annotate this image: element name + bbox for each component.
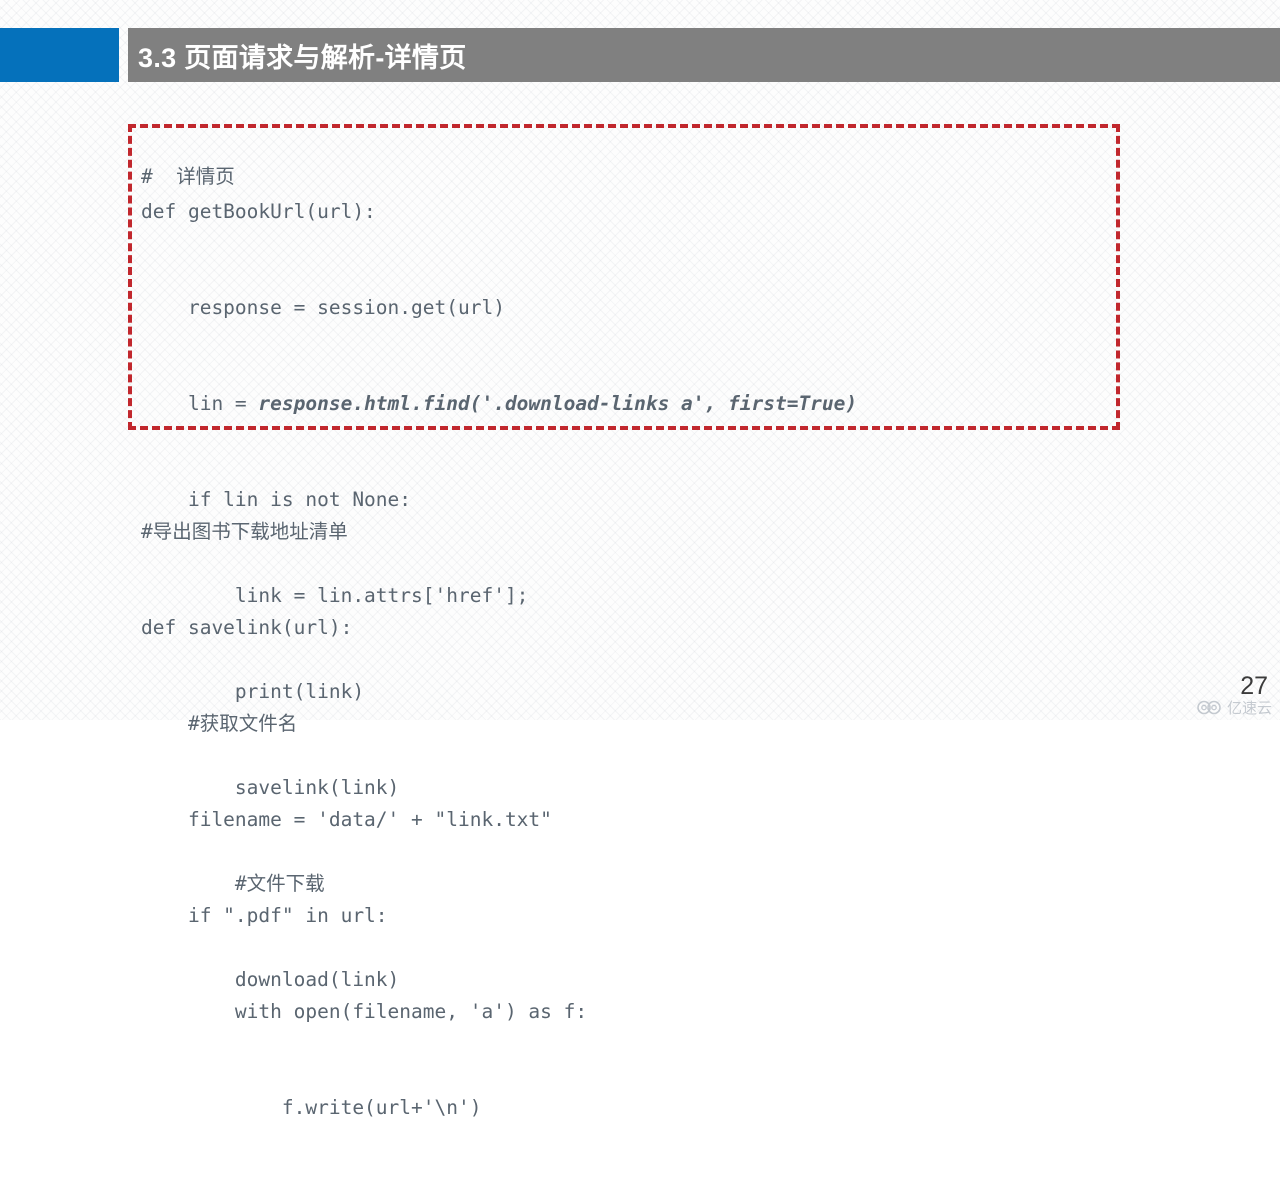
slide-canvas: 3.3 页面请求与解析-详情页 # 详情页 def getBookUrl(url… <box>0 0 1280 1119</box>
code-snippet-savelink: #导出图书下载地址清单 def savelink(url): #获取文件名 fi… <box>141 452 587 1188</box>
code-line: f.write(url+'\n') <box>141 1096 482 1119</box>
code-line-prefix: lin = <box>141 392 259 415</box>
code-line: filename = 'data/' + "link.txt" <box>141 808 552 831</box>
code-line: if ".pdf" in url: <box>141 904 388 927</box>
page-title: 3.3 页面请求与解析-详情页 <box>138 42 467 73</box>
header-accent-block <box>0 28 119 82</box>
code-line: def savelink(url): <box>141 616 353 639</box>
watermark-text: 亿速云 <box>1226 700 1272 717</box>
code-line-emphasis: response.html.find('.download-links a', … <box>258 392 858 415</box>
code-line: def getBookUrl(url): <box>141 200 376 223</box>
code-line: response = session.get(url) <box>141 296 505 319</box>
code-line: #导出图书下载地址清单 <box>141 520 348 543</box>
slide-header-bar: 3.3 页面请求与解析-详情页 <box>128 28 1280 82</box>
watermark: 亿速云 <box>1197 697 1272 718</box>
code-line: #获取文件名 <box>141 712 298 735</box>
code-line: lin = response.html.find('.download-link… <box>141 388 857 420</box>
cloud-logo-icon <box>1197 700 1221 715</box>
code-line: with open(filename, 'a') as f: <box>141 1000 588 1023</box>
